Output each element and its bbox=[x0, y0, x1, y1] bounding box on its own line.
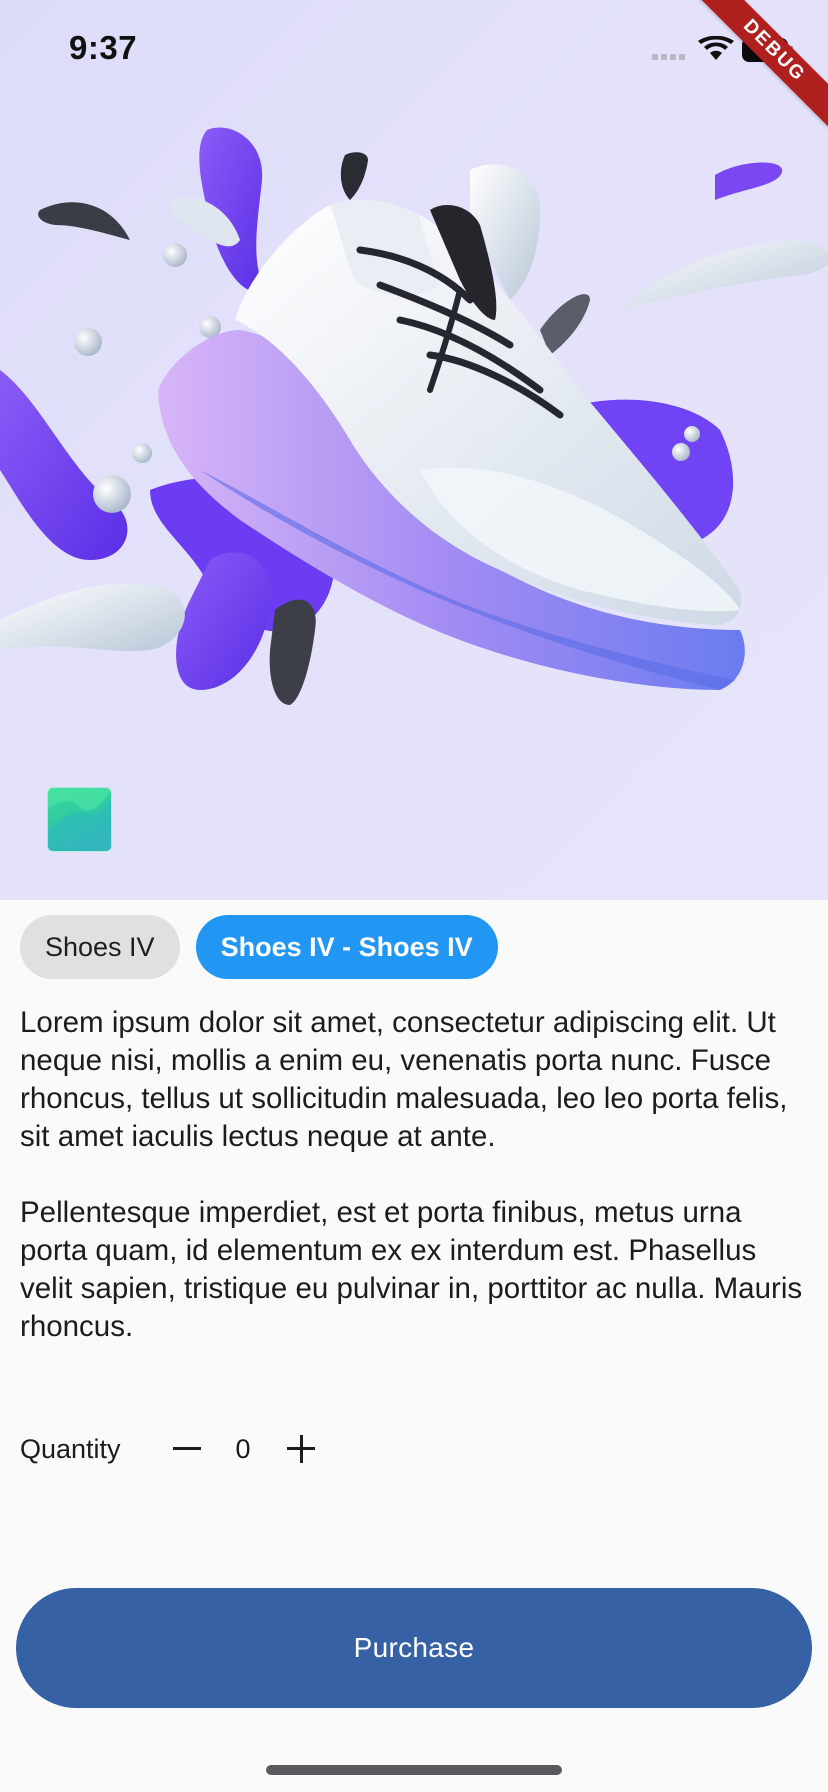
status-time: 9:37 bbox=[69, 29, 138, 66]
description-paragraph: Pellentesque imperdiet, est et porta fin… bbox=[20, 1196, 803, 1343]
minus-icon[interactable] bbox=[166, 1429, 206, 1469]
product-description: Lorem ipsum dolor sit amet, consectetur … bbox=[20, 1004, 810, 1384]
thumbnail-swatch-icon bbox=[48, 788, 111, 851]
description-paragraph: Lorem ipsum dolor sit amet, consectetur … bbox=[20, 1006, 788, 1153]
product-thumbnail[interactable] bbox=[47, 787, 112, 852]
plus-icon[interactable] bbox=[280, 1429, 320, 1469]
wifi-icon bbox=[698, 36, 734, 60]
purchase-button[interactable]: Purchase bbox=[16, 1588, 812, 1708]
variant-chips: Shoes IV Shoes IV - Shoes IV bbox=[20, 915, 498, 979]
quantity-label: Quantity bbox=[20, 1433, 121, 1464]
status-bar: 9:37 bbox=[0, 0, 828, 100]
quantity-stepper: Quantity 0 bbox=[20, 1430, 320, 1468]
home-indicator[interactable] bbox=[266, 1765, 562, 1775]
cellular-signal-icon bbox=[652, 54, 685, 60]
quantity-value: 0 bbox=[235, 1433, 251, 1464]
product-image bbox=[0, 127, 828, 705]
chip-shoes-iv-combo[interactable]: Shoes IV - Shoes IV bbox=[195, 915, 498, 979]
product-hero: 9:37 DEBUG bbox=[0, 0, 828, 900]
chip-shoes-iv[interactable]: Shoes IV bbox=[20, 915, 180, 979]
